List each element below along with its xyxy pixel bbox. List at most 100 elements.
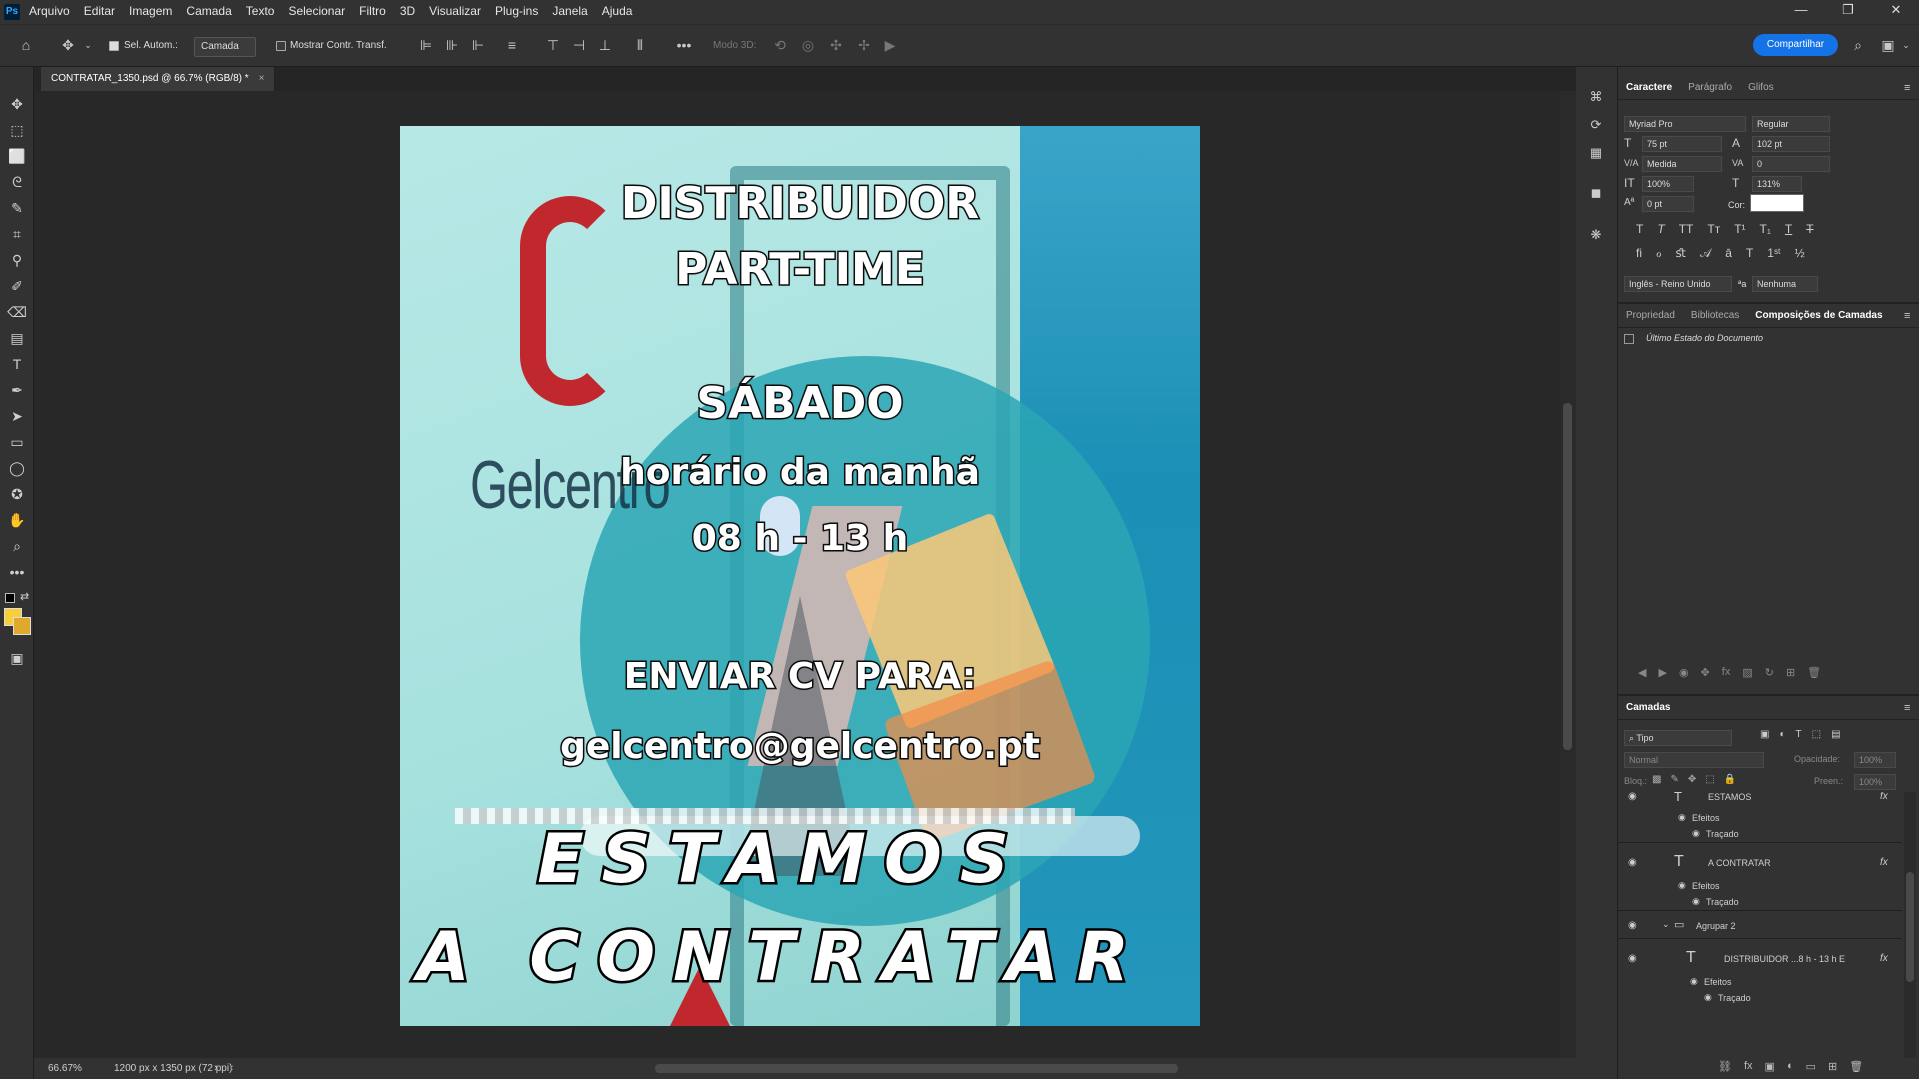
visibility-eye-icon[interactable]: ◉ xyxy=(1678,880,1686,891)
visibility-eye-icon[interactable]: ◉ xyxy=(1678,812,1686,823)
quick-mask-icon[interactable]: ▣ xyxy=(7,648,27,668)
chevron-down-icon[interactable]: ⌄ xyxy=(82,35,94,55)
scroll-left-icon[interactable]: ‹ xyxy=(230,1058,234,1079)
background-color-swatch[interactable] xyxy=(13,617,31,635)
rectangle-tool-icon[interactable]: ▭ xyxy=(7,432,27,452)
auto-select-checkbox[interactable] xyxy=(109,41,119,51)
visibility-eye-icon[interactable]: ◉ xyxy=(1628,953,1637,964)
quick-select-tool-icon[interactable]: ✎ xyxy=(7,198,27,218)
workspace-icon[interactable]: ▣ xyxy=(1878,35,1898,55)
lock-position-icon[interactable]: ✥ xyxy=(1688,774,1696,785)
filter-smart-icon[interactable]: ▤ xyxy=(1831,729,1840,740)
filter-pixel-icon[interactable]: ▣ xyxy=(1760,729,1769,740)
lock-all-icon[interactable]: 🔒 xyxy=(1724,774,1736,785)
home-icon[interactable]: ⌂ xyxy=(16,35,36,55)
chevron-down-icon[interactable]: ⌄ xyxy=(1662,919,1670,930)
menu-visualizar[interactable]: Visualizar xyxy=(428,0,482,24)
plugin-icon[interactable]: ◼ xyxy=(1586,183,1606,203)
previous-comp-icon[interactable]: ◀ xyxy=(1638,666,1646,679)
maximize-button[interactable]: ❐ xyxy=(1828,0,1868,22)
hand-tool-icon[interactable]: ✋ xyxy=(7,510,27,530)
ellipse-tool-icon[interactable]: ◯ xyxy=(7,458,27,478)
layer-name[interactable]: A CONTRATAR xyxy=(1708,858,1771,868)
more-options-icon[interactable]: ••• xyxy=(672,35,696,55)
opacity-field[interactable]: 100% xyxy=(1854,752,1896,768)
all-caps-icon[interactable]: TT xyxy=(1679,222,1694,236)
superscript-icon[interactable]: T¹ xyxy=(1734,222,1745,236)
menu-camada[interactable]: Camada xyxy=(185,0,232,24)
chevron-right-icon[interactable]: › xyxy=(214,1058,218,1079)
antialias-dropdown[interactable]: Nenhuma xyxy=(1752,276,1818,292)
filter-type-icon[interactable]: T xyxy=(1796,729,1802,740)
tab-glifos[interactable]: Glifos xyxy=(1740,76,1782,99)
visibility-eye-icon[interactable]: ◉ xyxy=(1628,792,1637,802)
type-tool-icon[interactable]: T xyxy=(7,354,27,374)
blend-mode-dropdown[interactable]: Normal xyxy=(1624,752,1764,768)
tracking-field[interactable]: 0 xyxy=(1752,156,1830,172)
document-tab[interactable]: CONTRATAR_1350.psd @ 66.7% (RGB/8) * × xyxy=(41,67,276,91)
brush-tool-icon[interactable]: ✐ xyxy=(7,276,27,296)
align-center-icon[interactable]: ⊪ xyxy=(442,35,462,55)
fx-icon[interactable]: fx xyxy=(1880,857,1888,868)
layer-name[interactable]: DISTRIBUIDOR ...8 h - 13 h E xyxy=(1724,954,1845,964)
zoom-level[interactable]: 66.67% xyxy=(48,1058,82,1079)
minimize-button[interactable]: — xyxy=(1781,0,1821,22)
ligatures-icon[interactable]: ﬁ xyxy=(1636,246,1642,261)
custom-shape-tool-icon[interactable]: ✪ xyxy=(7,484,27,504)
panel-menu-icon[interactable]: ≡ xyxy=(1904,702,1910,714)
ordinals-icon[interactable]: 1ˢᵗ xyxy=(1767,246,1780,261)
layer-row[interactable]: ◉ T A CONTRATAR fx xyxy=(1618,846,1902,878)
search-icon[interactable]: ⌕ xyxy=(1848,35,1868,55)
visibility-eye-icon[interactable]: ◉ xyxy=(1628,920,1637,931)
visibility-eye-icon[interactable]: ◉ xyxy=(1704,992,1712,1003)
pen-tool-icon[interactable]: ✒ xyxy=(7,380,27,400)
more-tools-icon[interactable]: ••• xyxy=(7,562,27,582)
font-size-field[interactable]: 75 pt xyxy=(1642,136,1722,152)
swap-colors-icon[interactable]: ⇄ xyxy=(20,590,29,603)
small-caps-icon[interactable]: Tт xyxy=(1707,222,1720,236)
eyedropper-tool-icon[interactable]: ⚲ xyxy=(7,250,27,270)
menu-ajuda[interactable]: Ajuda xyxy=(601,0,634,24)
titling-icon[interactable]: T xyxy=(1746,246,1753,261)
align-left-icon[interactable]: ⊫ xyxy=(416,35,436,55)
distribute-icon[interactable]: ≡ xyxy=(502,35,522,55)
horizontal-scale-field[interactable]: 131% xyxy=(1752,176,1802,192)
lock-transparent-icon[interactable]: ▩ xyxy=(1652,774,1661,785)
kerning-field[interactable]: Medida xyxy=(1642,156,1722,172)
next-comp-icon[interactable]: ▶ xyxy=(1658,666,1666,679)
new-layer-icon[interactable]: ⊞ xyxy=(1828,1060,1837,1073)
faux-bold-icon[interactable]: T xyxy=(1636,222,1643,236)
panel-menu-icon[interactable]: ≡ xyxy=(1904,82,1910,94)
font-family-dropdown[interactable]: Myriad Pro xyxy=(1624,116,1746,132)
fx-icon[interactable]: fx xyxy=(1880,792,1888,802)
fractions-icon[interactable]: ½ xyxy=(1795,246,1805,261)
tab-propriedades[interactable]: Propriedad xyxy=(1618,304,1683,327)
visibility-eye-icon[interactable]: ◉ xyxy=(1628,857,1637,868)
group-name[interactable]: Agrupar 2 xyxy=(1696,921,1736,931)
stylistic-alternates-icon[interactable]: ā xyxy=(1725,246,1732,261)
link-layers-icon[interactable]: ⛓ xyxy=(1718,1060,1732,1073)
font-style-dropdown[interactable]: Regular xyxy=(1752,116,1830,132)
move-tool-icon[interactable]: ✥ xyxy=(7,94,27,114)
vertical-scale-field[interactable]: 100% xyxy=(1642,176,1694,192)
vertical-scroll-thumb[interactable] xyxy=(1563,403,1572,750)
text-color-swatch[interactable] xyxy=(1750,194,1804,212)
delete-layer-icon[interactable]: 🗑 xyxy=(1849,1060,1863,1073)
menu-texto[interactable]: Texto xyxy=(245,0,276,24)
filter-shape-icon[interactable]: ⬚ xyxy=(1812,729,1821,740)
menu-janela[interactable]: Janela xyxy=(551,0,588,24)
layers-scroll-thumb[interactable] xyxy=(1906,872,1914,982)
tab-paragrafo[interactable]: Parágrafo xyxy=(1680,76,1740,99)
tab-camadas[interactable]: Camadas xyxy=(1618,696,1678,719)
grid-icon[interactable]: ▦ xyxy=(1586,143,1606,163)
underline-icon[interactable]: T xyxy=(1785,222,1792,236)
menu-imagem[interactable]: Imagem xyxy=(128,0,173,24)
history-icon[interactable]: ⌘ xyxy=(1586,87,1606,107)
channels-icon[interactable]: ❋ xyxy=(1586,225,1606,245)
auto-select-dropdown[interactable]: Camada xyxy=(194,37,256,57)
layer-filter-dropdown[interactable]: ⌕ Tipo xyxy=(1624,730,1732,746)
menu-filtro[interactable]: Filtro xyxy=(358,0,387,24)
close-tab-icon[interactable]: × xyxy=(259,73,265,84)
visibility-eye-icon[interactable]: ◉ xyxy=(1692,828,1700,839)
layer-row[interactable]: ◉ T DISTRIBUIDOR ...8 h - 13 h E fx xyxy=(1618,942,1902,974)
